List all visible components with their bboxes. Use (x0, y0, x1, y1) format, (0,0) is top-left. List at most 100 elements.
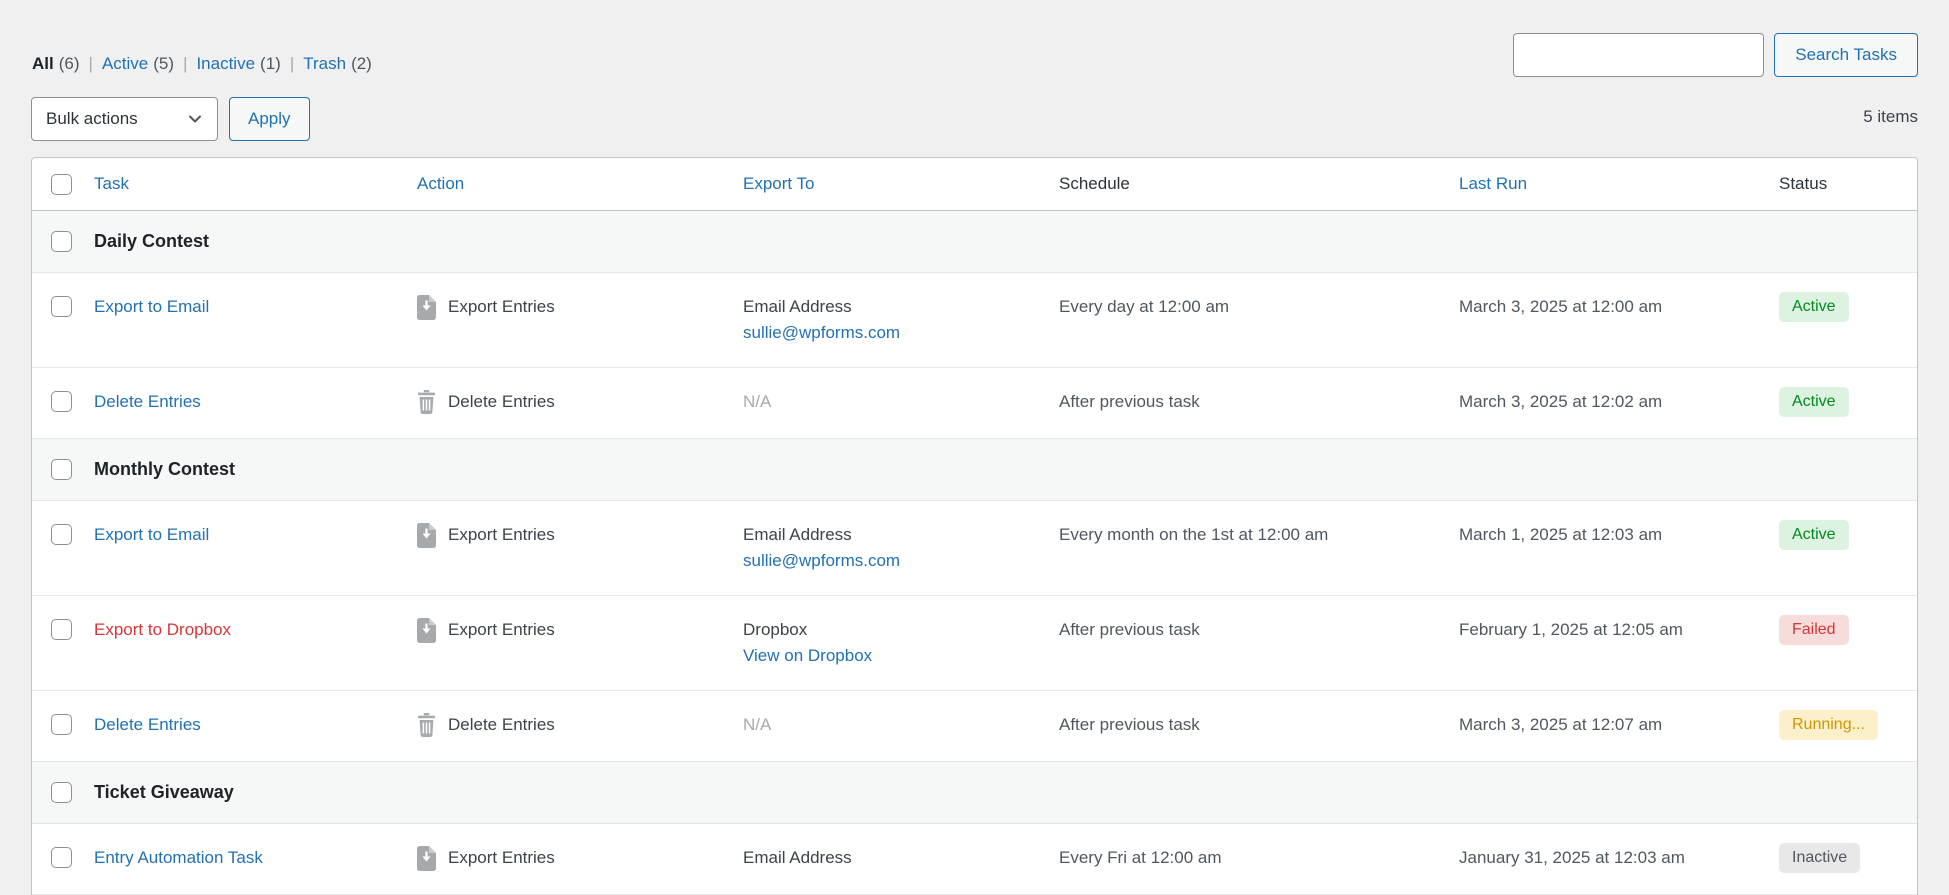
task-name-link[interactable]: Export to Dropbox (94, 620, 231, 639)
status-badge: Active (1779, 520, 1849, 550)
schedule-text: After previous task (1046, 368, 1446, 438)
bulk-actions-selected-value: Bulk actions (46, 109, 138, 129)
column-header-schedule: Schedule (1046, 174, 1446, 194)
column-header-last-run[interactable]: Last Run (1446, 174, 1766, 194)
filter-separator: | (89, 54, 93, 74)
group-checkbox[interactable] (51, 782, 72, 803)
file-export-icon (417, 618, 436, 669)
trash-icon (417, 713, 436, 740)
group-title: Daily Contest (81, 231, 209, 252)
table-row: Delete Entries Delete Entries N/A After … (32, 691, 1917, 762)
group-checkbox[interactable] (51, 231, 72, 252)
filter-all: All (6) (32, 54, 80, 74)
schedule-text: Every day at 12:00 am (1046, 273, 1446, 367)
status-filters: All (6) | Active (5) | Inactive(1) | Trash… (32, 54, 372, 74)
items-count: 5 items (1863, 104, 1918, 130)
filter-separator: | (183, 54, 187, 74)
action-label: Export Entries (448, 617, 555, 669)
export-to-label: N/A (743, 389, 1046, 415)
table-header: Task Action Export To Schedule Last Run … (32, 158, 1917, 211)
filter-active: Active (5) (102, 54, 174, 74)
search-box: Search Tasks (1513, 33, 1918, 77)
status-badge: Inactive (1779, 843, 1860, 873)
group-row: Ticket Giveaway (32, 762, 1917, 824)
chevron-down-icon (187, 111, 203, 127)
select-all-checkbox[interactable] (51, 174, 72, 195)
row-checkbox[interactable] (51, 847, 72, 868)
export-to-label: N/A (743, 712, 1046, 738)
bulk-actions: Bulk actions Apply (31, 97, 310, 141)
export-to-label: Email Address (743, 522, 1046, 548)
filter-trash-link[interactable]: Trash (303, 54, 346, 73)
column-header-task[interactable]: Task (81, 174, 404, 194)
export-to-label: Email Address (743, 845, 1046, 871)
table-row: Export to Dropbox Export Entries Dropbox… (32, 596, 1917, 691)
row-checkbox[interactable] (51, 524, 72, 545)
group-title: Ticket Giveaway (81, 782, 234, 803)
bulk-actions-select[interactable]: Bulk actions (31, 97, 218, 141)
filter-inactive: Inactive(1) (196, 54, 280, 74)
task-name-link[interactable]: Delete Entries (94, 715, 201, 734)
tasks-page: All (6) | Active (5) | Inactive(1) | Trash… (0, 0, 1949, 895)
search-input[interactable] (1513, 33, 1764, 77)
top-bar: All (6) | Active (5) | Inactive(1) | Trash… (31, 0, 1918, 97)
export-to-link[interactable]: sullie@wpforms.com (743, 320, 1046, 346)
group-row: Daily Contest (32, 211, 1917, 273)
table-row: Delete Entries Delete Entries N/A After … (32, 368, 1917, 439)
task-name-link[interactable]: Delete Entries (94, 392, 201, 411)
filter-inactive-link[interactable]: Inactive (196, 54, 255, 73)
filter-all-link[interactable]: All (32, 54, 54, 73)
table-row: Export to Email Export Entries Email Add… (32, 501, 1917, 596)
export-to-label: Email Address (743, 294, 1046, 320)
trash-icon (417, 390, 436, 417)
task-name-link[interactable]: Entry Automation Task (94, 848, 263, 867)
task-name-link[interactable]: Export to Email (94, 297, 209, 316)
actions-bar: Bulk actions Apply 5 items (31, 97, 1918, 157)
file-export-icon (417, 295, 436, 346)
status-badge: Failed (1779, 615, 1849, 645)
schedule-text: After previous task (1046, 596, 1446, 690)
last-run-text: March 3, 2025 at 12:02 am (1446, 368, 1766, 438)
filter-all-count: (6) (59, 54, 80, 73)
group-row: Monthly Contest (32, 439, 1917, 501)
filter-active-count: (5) (153, 54, 174, 73)
status-badge: Active (1779, 387, 1849, 417)
last-run-text: March 3, 2025 at 12:07 am (1446, 691, 1766, 761)
action-label: Delete Entries (448, 389, 555, 417)
status-badge: Active (1779, 292, 1849, 322)
export-to-link[interactable]: sullie@wpforms.com (743, 548, 1046, 574)
row-checkbox[interactable] (51, 714, 72, 735)
group-checkbox[interactable] (51, 459, 72, 480)
filter-active-link[interactable]: Active (102, 54, 148, 73)
column-header-status: Status (1766, 174, 1917, 194)
row-checkbox[interactable] (51, 296, 72, 317)
row-checkbox[interactable] (51, 619, 72, 640)
schedule-text: After previous task (1046, 691, 1446, 761)
schedule-text: Every month on the 1st at 12:00 am (1046, 501, 1446, 595)
row-checkbox[interactable] (51, 391, 72, 412)
action-label: Export Entries (448, 294, 555, 346)
filter-separator: | (290, 54, 294, 74)
filter-trash: Trash(2) (303, 54, 372, 74)
schedule-text: Every Fri at 12:00 am (1046, 824, 1446, 894)
search-tasks-button[interactable]: Search Tasks (1774, 33, 1918, 77)
group-title: Monthly Contest (81, 459, 235, 480)
column-header-action[interactable]: Action (404, 174, 730, 194)
export-to-label: Dropbox (743, 617, 1046, 643)
action-label: Delete Entries (448, 712, 555, 740)
status-badge: Running... (1779, 710, 1878, 740)
last-run-text: January 31, 2025 at 12:03 am (1446, 824, 1766, 894)
column-header-export-to[interactable]: Export To (730, 174, 1046, 194)
tasks-table: Task Action Export To Schedule Last Run … (31, 157, 1918, 895)
table-row: Export to Email Export Entries Email Add… (32, 273, 1917, 368)
export-to-link[interactable]: View on Dropbox (743, 643, 1046, 669)
last-run-text: March 1, 2025 at 12:03 am (1446, 501, 1766, 595)
file-export-icon (417, 523, 436, 574)
task-name-link[interactable]: Export to Email (94, 525, 209, 544)
action-label: Export Entries (448, 522, 555, 574)
table-body: Daily Contest Export to Email Export Ent… (32, 211, 1917, 895)
last-run-text: March 3, 2025 at 12:00 am (1446, 273, 1766, 367)
apply-button[interactable]: Apply (229, 97, 310, 141)
header-checkbox-cell (32, 174, 81, 195)
last-run-text: February 1, 2025 at 12:05 am (1446, 596, 1766, 690)
